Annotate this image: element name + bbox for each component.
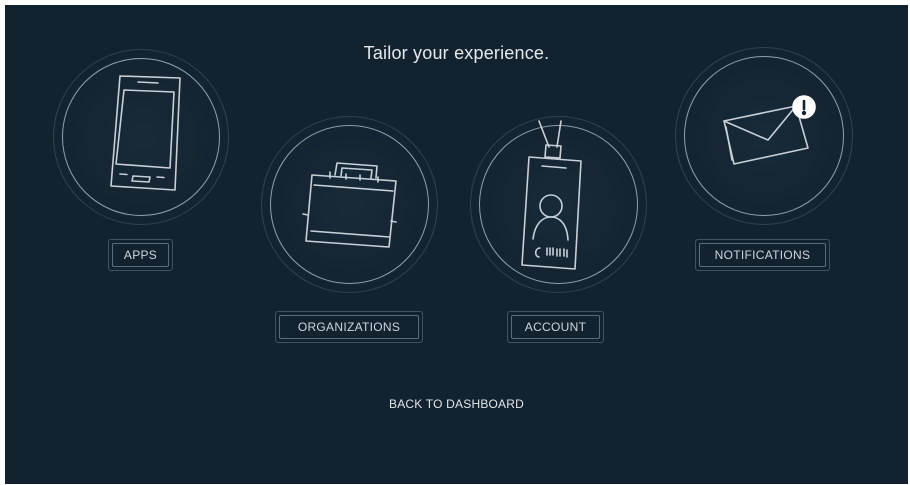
apps-circle[interactable] [53,49,229,225]
organizations-button[interactable]: ORGANIZATIONS [275,311,423,343]
smartphone-icon [110,75,181,191]
id-badge-icon [521,120,582,270]
account-circle[interactable] [470,116,647,293]
back-to-dashboard-link[interactable]: BACK TO DASHBOARD [5,397,908,411]
account-button[interactable]: ACCOUNT [507,311,604,343]
apps-label: APPS [123,248,158,262]
organizations-circle[interactable] [261,116,438,293]
briefcase-icon [302,162,397,248]
apps-button[interactable]: APPS [108,239,173,271]
account-label: ACCOUNT [524,320,587,334]
envelope-alert-icon [723,95,816,165]
preferences-screen: Tailor your experience. APPS ORGANIZATIO… [5,5,908,484]
organizations-label: ORGANIZATIONS [297,320,401,334]
notifications-circle[interactable] [675,47,853,225]
notifications-button[interactable]: NOTIFICATIONS [695,239,830,271]
notifications-label: NOTIFICATIONS [714,248,811,262]
